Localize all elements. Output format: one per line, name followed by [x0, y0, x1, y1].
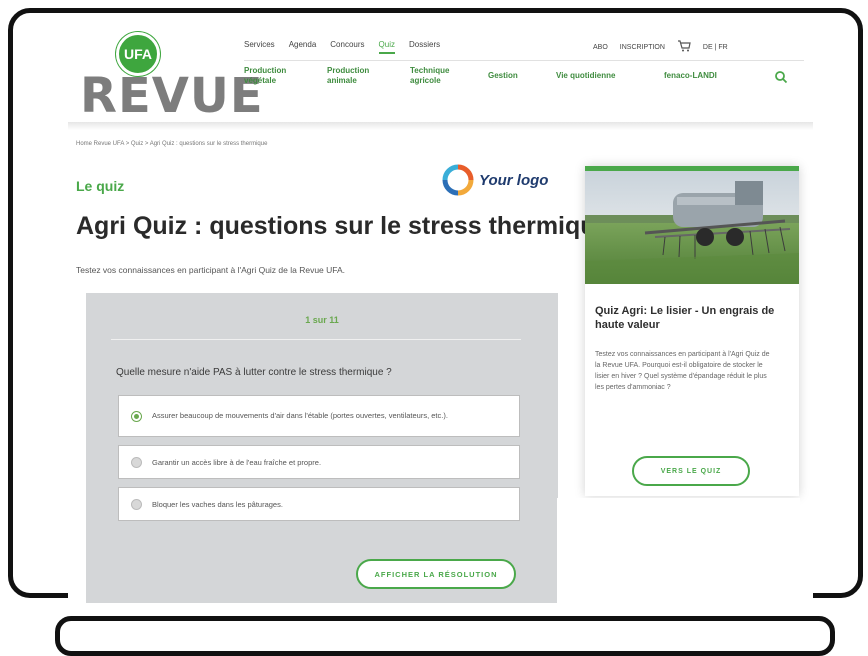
answer-option[interactable]: Bloquer les vaches dans les pâturages.	[118, 487, 520, 521]
radio-icon[interactable]	[131, 498, 142, 510]
answer-option[interactable]: Garantir un accès libre à de l'eau fraîc…	[118, 445, 520, 479]
radio-icon[interactable]	[131, 456, 142, 468]
top-nav-concours[interactable]: Concours	[330, 40, 364, 54]
language-switch[interactable]: DE | FR	[703, 44, 728, 51]
cart-icon[interactable]	[677, 40, 691, 55]
main-nav-label: Production	[327, 66, 370, 75]
main-nav-label: Technique	[410, 66, 450, 75]
main-nav-fenaco-landi[interactable]: fenaco-LANDI	[664, 66, 744, 86]
main-nav-label: Vie quotidienne	[556, 71, 616, 80]
main-nav-vie-quotidienne[interactable]: Vie quotidienne	[556, 66, 664, 86]
your-logo-mark-icon	[442, 164, 474, 196]
quiz-divider	[111, 339, 521, 340]
top-nav-agenda[interactable]: Agenda	[289, 40, 317, 54]
main-nav-production-animale[interactable]: Production animale	[327, 66, 410, 86]
to-quiz-button[interactable]: VERS LE QUIZ	[632, 456, 750, 486]
website: REVUE UFA Services Agenda Concours Quiz …	[68, 18, 813, 608]
quiz-panel: 1 sur 11 Quelle mesure n'aide PAS à lutt…	[86, 293, 558, 603]
show-resolution-button[interactable]: AFFICHER LA RÉSOLUTION	[356, 559, 516, 589]
top-nav-quiz[interactable]: Quiz	[378, 40, 395, 54]
your-logo: Your logo	[442, 164, 548, 196]
answer-option-label: Assurer beaucoup de mouvements d'air dan…	[152, 411, 448, 420]
nav-divider	[244, 60, 804, 61]
section-kicker: Le quiz	[76, 178, 125, 194]
header-shadow	[68, 122, 813, 130]
occlusion-patch	[557, 498, 800, 608]
main-nav-label: agricole	[410, 76, 441, 85]
radio-selected-icon[interactable]	[131, 410, 142, 422]
main-nav-gestion[interactable]: Gestion	[488, 66, 556, 86]
card-description: Testez vos connaissances en participant …	[595, 351, 770, 391]
your-logo-text: Your logo	[479, 171, 549, 189]
related-quiz-card[interactable]: Quiz Agri: Le lisier - Un engrais de hau…	[585, 166, 799, 496]
top-nav-dossiers[interactable]: Dossiers	[409, 40, 440, 54]
secondary-frame	[55, 616, 835, 656]
quiz-question: Quelle mesure n'aide PAS à lutter contre…	[116, 367, 392, 378]
top-nav: Services Agenda Concours Quiz Dossiers	[244, 40, 440, 54]
inscription-link[interactable]: INSCRIPTION	[620, 44, 665, 51]
intro-text: Testez vos connaissances en participant …	[76, 265, 346, 275]
main-nav-label: végétale	[244, 76, 277, 85]
answer-option-label: Garantir un accès libre à de l'eau fraîc…	[152, 457, 322, 467]
card-title[interactable]: Quiz Agri: Le lisier - Un engrais de hau…	[595, 304, 793, 332]
main-nav-label: fenaco-LANDI	[664, 71, 717, 80]
occlusion-patch	[801, 548, 807, 608]
logo-badge-text: UFA	[124, 46, 152, 62]
site-logo[interactable]: REVUE UFA	[74, 32, 263, 124]
breadcrumb[interactable]: Home Revue UFA > Quiz > Agri Quiz : ques…	[76, 141, 267, 147]
top-nav-services[interactable]: Services	[244, 40, 275, 54]
top-right-links: ABO INSCRIPTION DE | FR	[593, 40, 728, 55]
question-counter: 1 sur 11	[305, 315, 339, 325]
logo-text: REVUE	[80, 68, 264, 124]
search-icon[interactable]	[774, 70, 788, 84]
answer-option[interactable]: Assurer beaucoup de mouvements d'air dan…	[118, 395, 520, 437]
main-nav-technique-agricole[interactable]: Technique agricole	[410, 66, 488, 86]
logo-badge: UFA	[116, 32, 160, 76]
main-nav-production-vegetale[interactable]: Production végétale	[244, 66, 327, 86]
answer-option-label: Bloquer les vaches dans les pâturages.	[152, 499, 283, 509]
card-image-slurry-spreader[interactable]	[585, 171, 799, 284]
main-nav-label: animale	[327, 76, 357, 85]
main-nav: Production végétale Production animale T…	[244, 66, 744, 86]
main-nav-label: Gestion	[488, 71, 518, 80]
main-nav-label: Production	[244, 66, 287, 75]
page-title: Agri Quiz : questions sur le stress ther…	[76, 212, 610, 240]
abo-link[interactable]: ABO	[593, 44, 608, 51]
